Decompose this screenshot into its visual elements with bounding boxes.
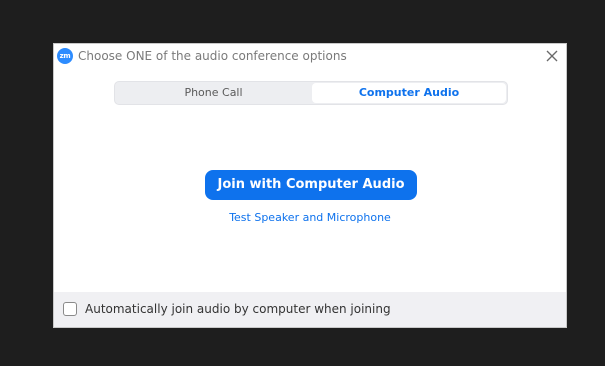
title-bar: zm Choose ONE of the audio conference op… bbox=[54, 44, 566, 70]
join-with-computer-audio-button[interactable]: Join with Computer Audio bbox=[205, 170, 417, 200]
dialog-title: Choose ONE of the audio conference optio… bbox=[78, 49, 347, 63]
zoom-logo-icon: zm bbox=[57, 48, 73, 64]
auto-join-checkbox[interactable] bbox=[63, 302, 77, 316]
close-icon[interactable] bbox=[544, 48, 560, 64]
audio-options-dialog: zm Choose ONE of the audio conference op… bbox=[53, 43, 567, 328]
tab-computer-audio[interactable]: Computer Audio bbox=[312, 83, 506, 103]
footer-bar: Automatically join audio by computer whe… bbox=[54, 292, 566, 327]
tab-phone-call[interactable]: Phone Call bbox=[116, 83, 311, 103]
audio-mode-tabs: Phone Call Computer Audio bbox=[114, 81, 508, 105]
test-speaker-microphone-link[interactable]: Test Speaker and Microphone bbox=[54, 211, 566, 224]
auto-join-label[interactable]: Automatically join audio by computer whe… bbox=[85, 302, 391, 316]
